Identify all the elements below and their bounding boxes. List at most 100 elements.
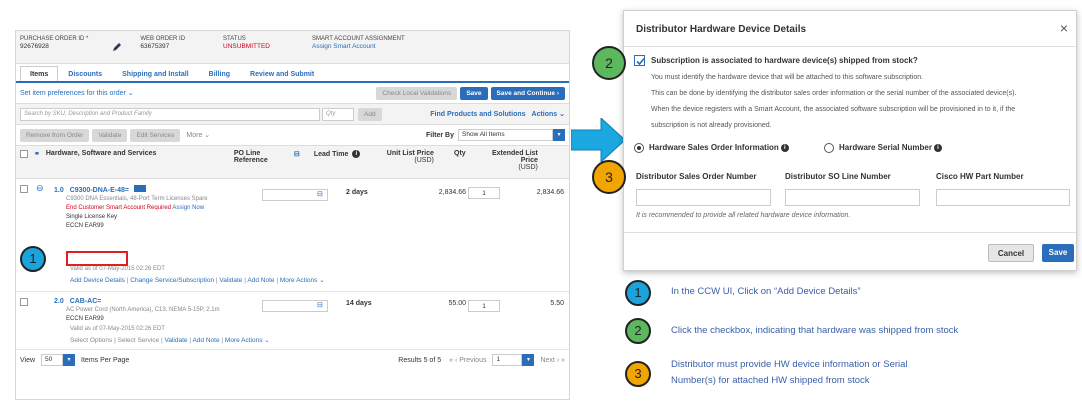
wo-value: 63675397	[140, 43, 170, 50]
col-ext: Extended List Price (USD)	[491, 150, 538, 171]
assign-now-link[interactable]: Assign Now	[172, 205, 204, 211]
tab-billing[interactable]: Billing	[199, 66, 240, 81]
page-select[interactable]: 1	[492, 354, 523, 366]
select-options-link[interactable]: Select Options	[70, 337, 112, 344]
callout-2: 2	[592, 46, 626, 80]
status-cell: STATUS UNSUBMITTED	[223, 36, 270, 63]
row2-actions: Select Options | Select Service | Valida…	[70, 337, 270, 344]
po-filter-icon[interactable]: ⊟	[294, 150, 308, 158]
table-header: ⚭ Hardware, Software and Services PO Lin…	[16, 145, 569, 179]
po-label: PURCHASE ORDER ID	[20, 36, 85, 42]
checkbox-label: Subscription is associated to hardware d…	[651, 56, 918, 65]
tab-review[interactable]: Review and Submit	[240, 66, 324, 81]
col-qty: Qty	[454, 150, 466, 157]
row2-desc: AC Power Cord (North America), C13, NEMA…	[66, 307, 220, 313]
add-button[interactable]: Add	[358, 107, 382, 121]
select-service-link[interactable]: Select Service	[118, 337, 160, 344]
po-line-icon[interactable]: ⊟	[317, 190, 323, 198]
add-note-link[interactable]: Add Note	[247, 277, 274, 284]
tab-items[interactable]: Items	[20, 66, 59, 81]
pagination-footer: View 50 ▾ Items Per Page Results 5 of 5 …	[16, 350, 569, 370]
save-button[interactable]: Save	[460, 86, 488, 100]
wo-label: WEB ORDER ID	[140, 36, 186, 42]
row2-lead: 14 days	[346, 300, 372, 307]
tab-discounts[interactable]: Discounts	[58, 66, 112, 81]
row1-eccn: ECCN EAR99	[66, 223, 104, 229]
page-dropdown-icon[interactable]: ▾	[522, 354, 535, 366]
status-value: UNSUBMITTED	[223, 43, 270, 50]
instruction-3: When the device registers with a Smart A…	[651, 106, 1016, 113]
row1-ext: 2,834.66	[536, 189, 564, 196]
preferences-row: Set item preferences for this order ⌄ Ch…	[16, 83, 569, 103]
so-line-label: Distributor SO Line Number	[785, 172, 891, 181]
filter-select[interactable]: Show All Items	[458, 129, 553, 141]
next-link[interactable]: Next › »	[540, 357, 565, 364]
more-actions-link[interactable]: More Actions ⌄	[280, 277, 325, 284]
view-dropdown-icon[interactable]: ▾	[63, 354, 76, 366]
hw-serial-number-radio[interactable]	[824, 143, 834, 153]
filter-label: Filter By	[425, 131, 454, 139]
hw-serial-number-label: Hardware Serial Number i	[839, 143, 942, 152]
change-service-link[interactable]: Change Service/Subscription	[130, 277, 214, 284]
row1-sku-link[interactable]: C9300-DNA-E-48=	[70, 187, 129, 194]
more-menu[interactable]: More ⌄	[186, 131, 210, 139]
part-number-field[interactable]	[936, 189, 1070, 206]
edit-services-button[interactable]: Edit Services	[130, 128, 181, 142]
qty-input[interactable]: Qty	[322, 107, 354, 121]
col-unit: Unit List Price (USD)	[386, 150, 434, 164]
col-lead: Lead Time i	[314, 150, 372, 158]
find-products-link[interactable]: Find Products and Solutions	[430, 111, 525, 118]
check-validations-button[interactable]: Check Local Validations	[376, 86, 458, 100]
hw-sales-order-radio[interactable]	[634, 143, 644, 153]
po-line-icon[interactable]: ⊟	[317, 301, 323, 309]
view-count-select[interactable]: 50	[41, 354, 64, 366]
assign-smart-account-link[interactable]: Assign Smart Account	[312, 43, 405, 50]
cancel-button[interactable]: Cancel	[988, 244, 1034, 262]
row2-num: 2.0	[54, 298, 64, 305]
info-icon: i	[933, 143, 942, 152]
validate-link[interactable]: Validate	[164, 337, 187, 344]
smart-license-icon	[133, 185, 146, 192]
po-value: 92676928	[20, 43, 49, 50]
col-po: PO Line Reference	[233, 150, 268, 164]
remove-from-order-button[interactable]: Remove from Order	[20, 128, 90, 142]
row2-details: 2.0 CAB-AC= AC Power Cord (North America…	[54, 297, 264, 324]
so-line-field[interactable]	[785, 189, 920, 206]
row2-eccn: ECCN EAR99	[66, 316, 104, 322]
view-label: View	[20, 356, 36, 364]
shipped-from-stock-checkbox[interactable]	[634, 55, 645, 66]
sa-label: SMART ACCOUNT ASSIGNMENT	[311, 36, 405, 42]
more-actions-link[interactable]: More Actions ⌄	[225, 337, 270, 344]
sku-search-input[interactable]: Search by SKU, Description and Product F…	[20, 107, 320, 121]
close-icon[interactable]: ×	[1060, 20, 1068, 36]
instruction-4: subscription is not already provisioned.	[651, 122, 772, 129]
row2-qty-input[interactable]: 1	[468, 300, 500, 312]
item-preferences-link[interactable]: Set item preferences for this order	[20, 90, 126, 97]
part-number-label: Cisco HW Part Number	[936, 172, 1024, 181]
previous-link[interactable]: « ‹ Previous	[449, 357, 486, 364]
tab-shipping[interactable]: Shipping and Install	[112, 66, 199, 81]
instruction-1: You must identify the hardware device th…	[651, 74, 924, 81]
filter-dropdown-icon[interactable]: ▾	[553, 129, 565, 141]
validate-button[interactable]: Validate	[92, 128, 128, 142]
select-all-checkbox[interactable]	[20, 150, 28, 158]
table-row: ⊖ 1.0 C9300-DNA-E-48= C9300 DNA Essentia…	[16, 179, 569, 292]
row-checkbox[interactable]	[20, 185, 28, 195]
so-number-field[interactable]	[636, 189, 771, 206]
save-continue-button[interactable]: Save and Continue ›	[490, 86, 565, 100]
pencil-icon[interactable]	[112, 42, 122, 52]
save-button[interactable]: Save	[1042, 244, 1074, 262]
row2-valid: Valid as of 07-May-2015 02:26 EDT	[70, 326, 165, 332]
row1-qty-input[interactable]: 1	[468, 187, 500, 199]
legend-3-text-line1: Distributor must provide HW device infor…	[671, 359, 908, 370]
instruction-2: This can be done by identifying the dist…	[651, 90, 1017, 97]
recommendation-hint: It is recommended to provide all related…	[636, 212, 851, 219]
row-checkbox[interactable]	[20, 298, 28, 308]
expand-icon[interactable]: ⊖	[36, 183, 44, 194]
highlight-box	[66, 251, 128, 266]
validate-link[interactable]: Validate	[219, 277, 242, 284]
add-note-link[interactable]: Add Note	[192, 337, 219, 344]
actions-menu[interactable]: Actions ⌄	[532, 110, 565, 118]
row2-sku-link[interactable]: CAB-AC=	[70, 298, 102, 305]
add-device-details-link[interactable]: Add Device Details	[70, 277, 125, 284]
